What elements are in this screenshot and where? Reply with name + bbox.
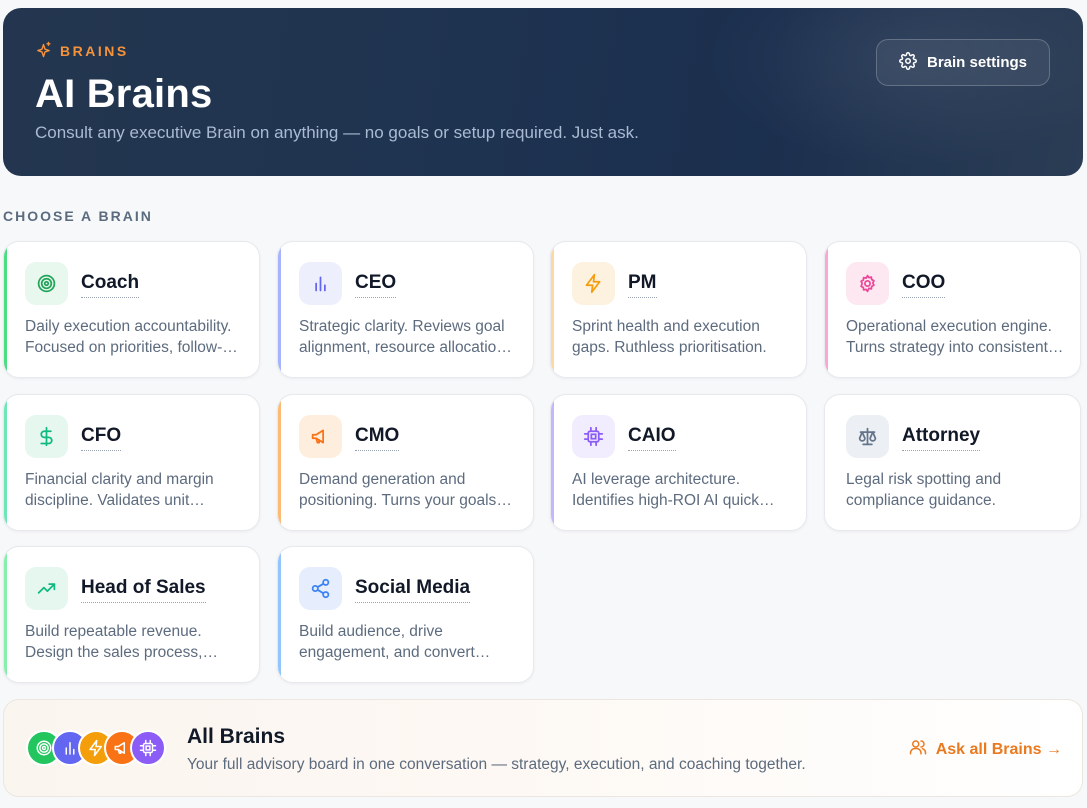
brain-card-cmo[interactable]: CMO Demand generation and positioning. T…: [277, 394, 534, 531]
brain-card-head-of-sales[interactable]: Head of Sales Build repeatable revenue. …: [3, 546, 260, 683]
page-title: AI Brains: [35, 72, 213, 116]
all-brains-subtitle: Your full advisory board in one conversa…: [187, 756, 806, 773]
share-icon: [299, 567, 342, 610]
brain-card-caio[interactable]: CAIO AI leverage architecture. Identifie…: [550, 394, 807, 531]
brain-card-cfo[interactable]: CFO Financial clarity and margin discipl…: [3, 394, 260, 531]
brain-description: Legal risk spotting and compliance guida…: [846, 471, 1002, 509]
brain-card-coo[interactable]: COO Operational execution engine. Turns …: [824, 241, 1081, 378]
section-label: CHOOSE A BRAIN: [3, 208, 153, 224]
eyebrow-label: BRAINS: [60, 43, 129, 59]
brain-settings-label: Brain settings: [926, 54, 1028, 71]
brain-name: Coach: [81, 272, 140, 298]
brain-avatar-stack: [26, 730, 176, 766]
chip-icon: [572, 415, 615, 458]
brain-name: Attorney: [902, 425, 981, 451]
brain-card-social-media[interactable]: Social Media Build audience, drive engag…: [277, 546, 534, 683]
all-brains-card[interactable]: All Brains Your full advisory board in o…: [3, 699, 1083, 797]
hero-header: BRAINS AI Brains Consult any executive B…: [3, 8, 1083, 176]
brain-name: CEO: [355, 272, 397, 298]
brain-name: CFO: [81, 425, 122, 451]
brain-card-ceo[interactable]: CEO Strategic clarity. Reviews goal alig…: [277, 241, 534, 378]
lightning-icon: [572, 262, 615, 305]
brain-name: COO: [902, 272, 946, 298]
ask-all-brains-label: Ask all Brains →: [935, 740, 1062, 758]
bar-chart-icon: [299, 262, 342, 305]
brain-name: Social Media: [355, 577, 471, 603]
gear-icon: [846, 262, 889, 305]
brain-description: Operational execution engine. Turns stra…: [846, 318, 1052, 356]
sparkles-icon: [35, 41, 52, 61]
brain-settings-button[interactable]: Brain settings: [876, 39, 1050, 86]
brain-name: Head of Sales: [81, 577, 206, 603]
brain-name: CMO: [355, 425, 400, 451]
eyebrow: BRAINS: [35, 41, 129, 61]
brain-name: CAIO: [628, 425, 676, 451]
brain-card-attorney[interactable]: Attorney Legal risk spotting and complia…: [824, 394, 1081, 531]
brain-description: AI leverage architecture. Identifies hig…: [572, 471, 759, 509]
brain-description: Sprint health and execution gaps. Ruthle…: [572, 318, 767, 356]
brain-description: Demand generation and positioning. Turns…: [299, 471, 497, 509]
brain-name: PM: [628, 272, 657, 298]
users-icon: [909, 738, 927, 761]
dollar-icon: [25, 415, 68, 458]
brain-description: Build repeatable revenue. Design the sal…: [25, 623, 203, 661]
page-subtitle: Consult any executive Brain on anything …: [35, 123, 639, 142]
trend-up-icon: [25, 567, 68, 610]
brain-description: Strategic clarity. Reviews goal alignmen…: [299, 318, 505, 356]
gear-icon: [899, 51, 917, 74]
target-icon: [25, 262, 68, 305]
brain-description: Daily execution accountability. Focused …: [25, 318, 232, 356]
megaphone-icon: [299, 415, 342, 458]
chip-icon: [130, 730, 166, 766]
scales-icon: [846, 415, 889, 458]
brain-card-coach[interactable]: Coach Daily execution accountability. Fo…: [3, 241, 260, 378]
brain-card-pm[interactable]: PM Sprint health and execution gaps. Rut…: [550, 241, 807, 378]
all-brains-title: All Brains: [187, 725, 286, 748]
brain-description: Build audience, drive engagement, and co…: [299, 623, 475, 661]
brain-description: Financial clarity and margin discipline.…: [25, 471, 214, 509]
ask-all-brains-button[interactable]: Ask all Brains →: [909, 738, 1062, 761]
